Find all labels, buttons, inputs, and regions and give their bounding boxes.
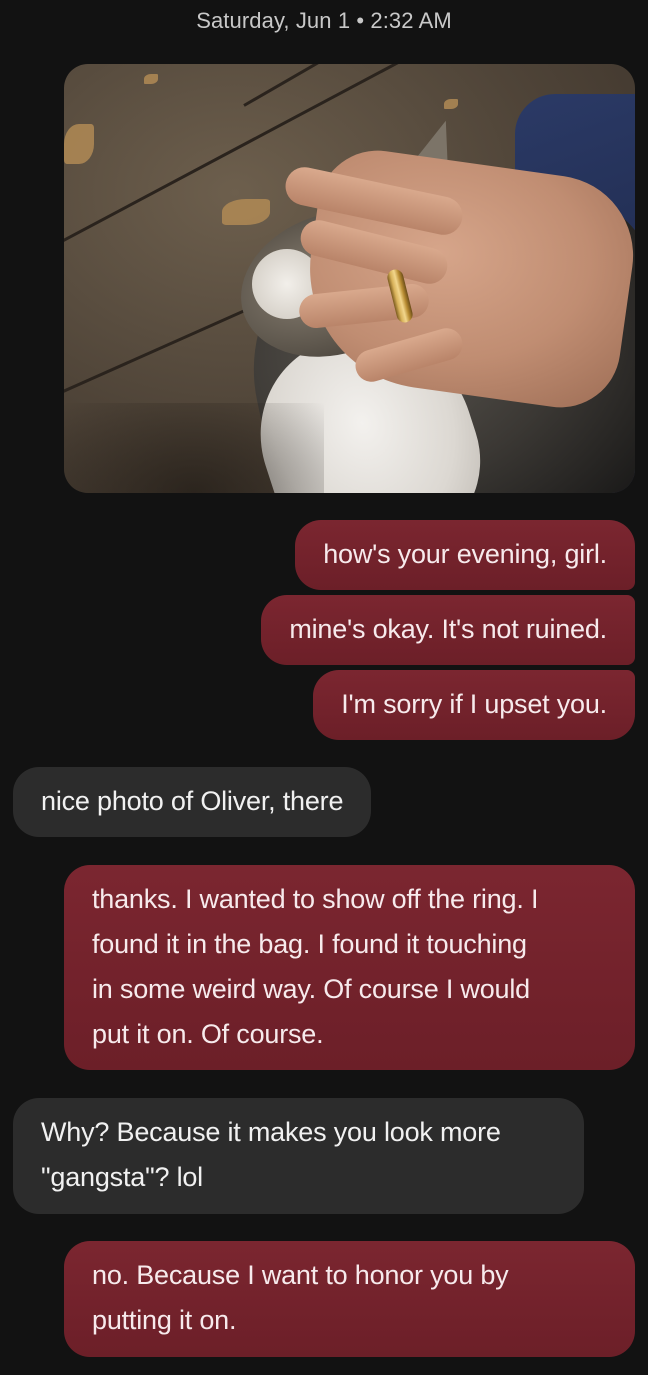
leaf-on-floor (64, 124, 94, 164)
sent-message-bubble[interactable]: mine's okay. It's not ruined. (261, 595, 635, 665)
floor-shadow (64, 403, 324, 493)
sent-message-bubble[interactable]: thanks. I wanted to show off the ring. I… (64, 865, 635, 1070)
conversation-timestamp: Saturday, Jun 1 • 2:32 AM (196, 8, 452, 33)
received-message-bubble[interactable]: Why? Because it makes you look more "gan… (13, 1098, 584, 1214)
sent-message-bubble[interactable]: no. Because I want to honor you by putti… (64, 1241, 635, 1357)
leaf-on-floor (144, 74, 158, 84)
leaf-on-floor (222, 199, 270, 225)
photo-attachment[interactable] (64, 64, 635, 493)
sent-message-bubble[interactable]: how's your evening, girl. (295, 520, 635, 590)
leaf-on-floor (444, 99, 458, 109)
received-message-bubble[interactable]: nice photo of Oliver, there (13, 767, 372, 837)
sent-message-bubble[interactable]: I'm sorry if I upset you. (313, 670, 635, 740)
